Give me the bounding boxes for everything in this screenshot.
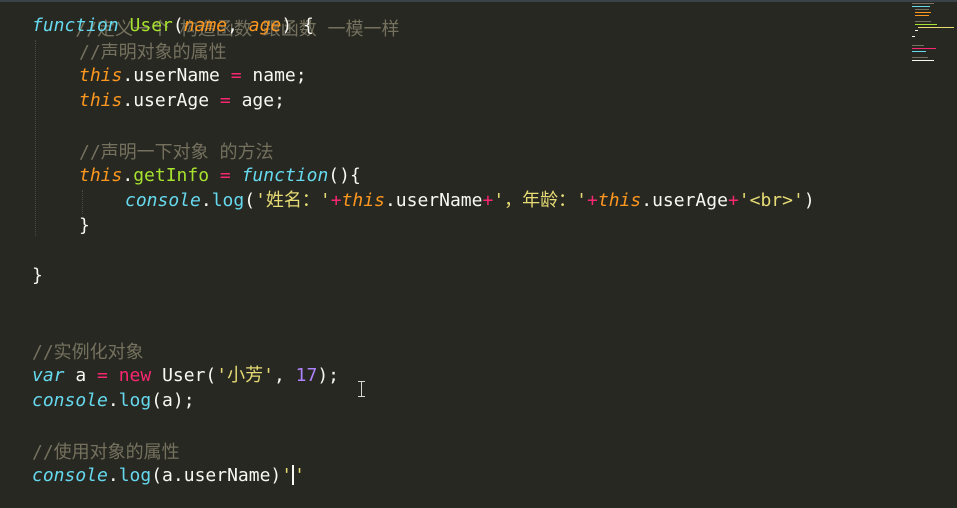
closing-brace: } [79,215,90,236]
parameter: age [248,15,282,36]
punctuation: (a.userName) [151,465,282,486]
indent-guide [35,40,36,236]
keyword-this: this [341,190,385,211]
console-object: console [32,465,108,486]
code-line[interactable]: } [79,213,90,238]
punctuation: . [200,190,212,211]
identifier: name; [241,65,307,86]
log-method: log [118,465,152,486]
minimap[interactable] [907,0,957,70]
string-quote: ' [281,465,293,486]
punctuation: ( [244,190,256,211]
punctuation: ( [172,15,184,36]
punctuation: ); [317,365,340,386]
punctuation: , [273,365,296,386]
comment: //声明一下对象 的方法 [79,142,274,163]
comment: //实例化对象 [32,342,144,363]
operator: + [587,190,598,211]
keyword-function: function [32,15,119,36]
code-line[interactable]: this.userName = name; [79,63,307,88]
code-line[interactable]: //声明一下对象 的方法 [79,140,274,165]
comment: //使用对象的属性 [32,442,180,463]
code-line[interactable]: //实例化对象 [32,340,144,365]
string-literal: '小芳' [216,365,274,386]
identifier: .userAge [122,90,220,111]
operator: + [727,190,739,211]
log-method: log [118,390,152,411]
operator: = [230,65,242,86]
punctuation: (){ [328,165,361,186]
string-literal: '，年龄：' [493,190,588,211]
log-method: log [211,190,245,211]
identifier: .userAge [641,190,728,211]
identifier: age; [230,90,285,111]
mouse-ibeam-cursor [358,381,366,397]
identifier: a [64,365,98,386]
operator: = [219,90,231,111]
operator: = [219,165,231,186]
closing-brace: } [32,265,43,286]
identifier: .userName [384,190,483,211]
identifier: .userName [122,65,231,86]
keyword-new: new [118,365,152,386]
operator: + [482,190,494,211]
method-name: getInfo [133,165,210,186]
string-literal: '<br>' [738,190,804,211]
punctuation: ) [803,190,815,211]
code-line[interactable]: console.log(a.userName)' ' [32,463,305,488]
comment: //声明对象的属性 [79,42,227,63]
keyword-this: this [79,165,123,186]
code-editor[interactable]: //定义一个 构造函数 跟函数 一模一样 function User(name,… [0,0,957,508]
punctuation: , [227,15,249,36]
punctuation: . [122,165,134,186]
string-literal: '姓名：' [255,190,331,211]
code-line[interactable]: //声明对象的属性 [79,40,227,65]
operator: + [330,190,342,211]
code-line[interactable]: this.getInfo = function(){ [79,163,361,188]
code-line[interactable]: console.log(a); [32,388,195,413]
code-line[interactable]: var a = new User('小芳', 17); [32,363,339,388]
punctuation: . [107,390,119,411]
function-name: User [129,15,173,36]
console-object: console [125,190,201,211]
code-line[interactable]: function User(name, age) { [32,13,314,38]
punctuation: ) { [281,15,314,36]
operator: = [97,365,108,386]
indent-guide [82,190,83,214]
keyword-var: var [32,365,65,386]
code-line[interactable]: console.log('姓名：'+this.userName+'，年龄：'+t… [125,188,815,213]
parameter: name [183,15,228,36]
text-cursor [292,465,295,485]
number-literal: 17 [295,365,318,386]
punctuation: (a); [151,390,195,411]
keyword-this: this [597,190,642,211]
keyword-function: function [241,165,329,186]
code-line[interactable]: this.userAge = age; [79,88,285,113]
punctuation: . [107,465,119,486]
console-object: console [32,390,108,411]
string-quote: ' [294,465,305,486]
code-line[interactable]: //使用对象的属性 [32,440,180,465]
identifier: User( [151,365,217,386]
keyword-this: this [79,90,123,111]
code-line[interactable]: } [32,263,43,288]
keyword-this: this [79,65,123,86]
